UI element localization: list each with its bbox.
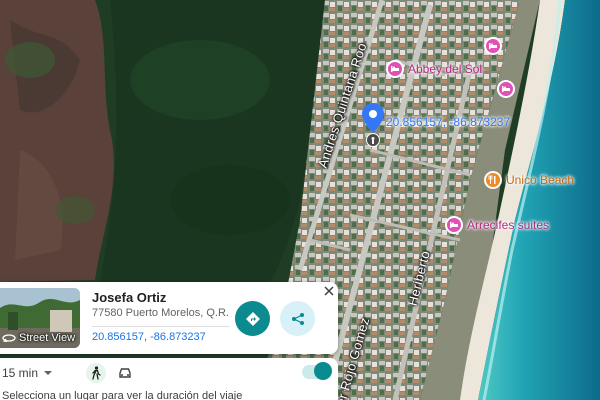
street-view-marker-icon[interactable] [366, 133, 380, 147]
close-icon [324, 286, 334, 296]
directions-button[interactable] [235, 301, 270, 336]
chevron-down-icon [44, 371, 53, 375]
rotate-360-icon [2, 334, 16, 343]
travel-time-hint: Selecciona un lugar para ver la duración… [2, 390, 243, 400]
street-view-text: Street View [19, 332, 76, 344]
poi-label: Abbey del Sol [408, 62, 483, 76]
poi-hotel-marker[interactable] [497, 80, 515, 98]
close-button[interactable] [320, 282, 338, 300]
place-address: 77580 Puerto Morelos, Q.R. [92, 307, 229, 319]
walking-mode-button[interactable] [86, 363, 106, 383]
poi-arrecifes-suites[interactable]: Arrecifes suites [445, 216, 549, 234]
place-coordinates[interactable]: 20.856157, -86.873237 [92, 331, 206, 343]
walking-icon [92, 366, 101, 380]
hotel-icon [497, 80, 515, 98]
toggle-knob [314, 362, 332, 380]
poi-label: Arrecifes suites [467, 218, 550, 232]
card-divider [92, 326, 230, 327]
share-button[interactable] [280, 301, 315, 336]
driving-mode-button[interactable] [116, 364, 134, 382]
travel-time-select[interactable]: 15 min [2, 366, 53, 380]
hotel-icon [386, 60, 404, 78]
share-icon [291, 312, 304, 325]
poi-label: Unico Beach [506, 173, 575, 187]
street-view-thumbnail[interactable]: Street View [0, 288, 80, 348]
travel-time-toggle[interactable] [302, 362, 332, 380]
poi-abbey-del-sol[interactable]: Abbey del Sol [386, 60, 482, 78]
travel-time-bar: 15 min Selecciona un lugar para ver la d… [0, 358, 338, 400]
restaurant-icon [484, 171, 502, 189]
hotel-icon [484, 37, 502, 55]
place-name: Josefa Ortiz [92, 290, 167, 305]
location-pin-icon[interactable] [362, 103, 384, 133]
directions-icon [245, 311, 260, 326]
poi-hotel-marker[interactable] [484, 37, 502, 55]
hotel-icon [445, 216, 463, 234]
pin-coordinates-label: 20.856157, -86.873237 [386, 115, 511, 129]
street-view-label[interactable]: Street View [2, 332, 75, 344]
travel-time-value: 15 min [2, 366, 39, 380]
car-icon [119, 368, 131, 378]
poi-unico-beach[interactable]: Unico Beach [484, 171, 574, 189]
